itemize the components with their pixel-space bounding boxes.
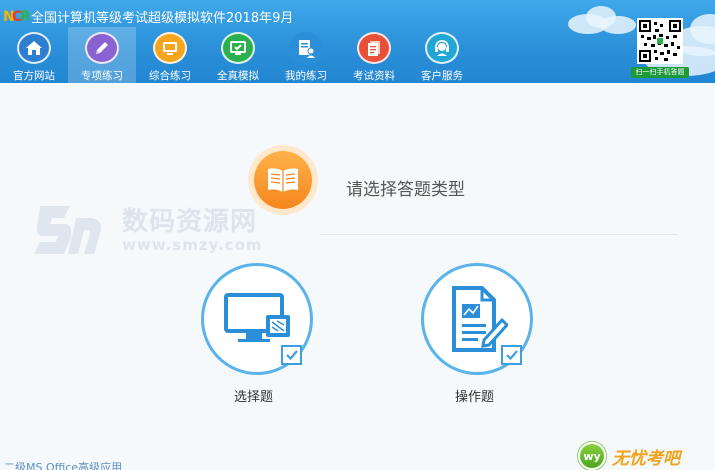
qr-code[interactable] xyxy=(637,18,683,64)
document-edit-icon xyxy=(452,286,508,352)
ncre-logo-icon: N C R xyxy=(3,7,31,25)
checkbox-icon xyxy=(281,345,302,365)
watermark-logo-icon xyxy=(34,206,101,254)
main-content: 数码资源网 www.smzy.com 请选择答题类型 选择题 操作题 二级MS … xyxy=(0,83,715,470)
prompt-title: 请选择答题类型 xyxy=(346,180,465,200)
documents-icon xyxy=(357,32,391,64)
nav-label: 全真模拟 xyxy=(217,70,259,82)
checkbox-icon xyxy=(501,345,522,365)
subject-label: 二级MS Office高级应用 xyxy=(4,461,123,470)
cloud-decoration xyxy=(600,16,636,34)
nav-label: 我的练习 xyxy=(285,70,327,82)
watermark-url: www.smzy.com xyxy=(122,236,263,254)
brand-logo: wy 无忧考吧 xyxy=(578,442,680,470)
monitor-icon xyxy=(153,32,187,64)
brand-badge-icon: wy xyxy=(578,442,606,470)
app-header: N C R 全国计算机等级考试超级模拟软件2018年9月 官方网站 专项练习 综… xyxy=(0,0,715,83)
monitor-choice-icon xyxy=(224,293,290,342)
nav-item-exam-materials[interactable]: 考试资料 xyxy=(340,27,408,83)
screen-check-icon xyxy=(221,32,255,64)
brand-name: 无忧考吧 xyxy=(612,448,680,469)
divider xyxy=(320,234,678,235)
user-list-icon xyxy=(289,32,323,64)
app-logo: N C R 全国计算机等级考试超级模拟软件2018年9月 xyxy=(3,6,293,26)
operation-question-label[interactable]: 操作题 xyxy=(455,386,494,405)
nav-item-full-simulation[interactable]: 全真模拟 xyxy=(204,27,272,83)
nav-label: 综合练习 xyxy=(149,70,191,82)
qr-caption: 扫一扫手机答题 xyxy=(631,67,689,78)
app-title: 全国计算机等级考试超级模拟软件2018年9月 xyxy=(31,10,294,26)
pencil-icon xyxy=(85,32,119,64)
home-icon xyxy=(17,32,51,64)
book-icon xyxy=(248,145,318,215)
nav-label: 考试资料 xyxy=(353,70,395,82)
watermark-text: 数码资源网 xyxy=(122,207,258,237)
svg-text:R: R xyxy=(20,9,29,25)
main-nav: 官方网站 专项练习 综合练习 全真模拟 我的练习 考试资料 客户服务 xyxy=(0,27,476,83)
nav-item-my-practice[interactable]: 我的练习 xyxy=(272,27,340,83)
nav-item-special-practice[interactable]: 专项练习 xyxy=(68,27,136,83)
nav-label: 客户服务 xyxy=(421,70,463,82)
nav-item-customer-service[interactable]: 客户服务 xyxy=(408,27,476,83)
nav-item-comprehensive-practice[interactable]: 综合练习 xyxy=(136,27,204,83)
headset-icon xyxy=(425,32,459,64)
choice-question-label[interactable]: 选择题 xyxy=(234,386,273,405)
nav-label: 官方网站 xyxy=(13,70,55,82)
nav-item-official-site[interactable]: 官方网站 xyxy=(0,27,68,83)
nav-label: 专项练习 xyxy=(81,70,123,82)
